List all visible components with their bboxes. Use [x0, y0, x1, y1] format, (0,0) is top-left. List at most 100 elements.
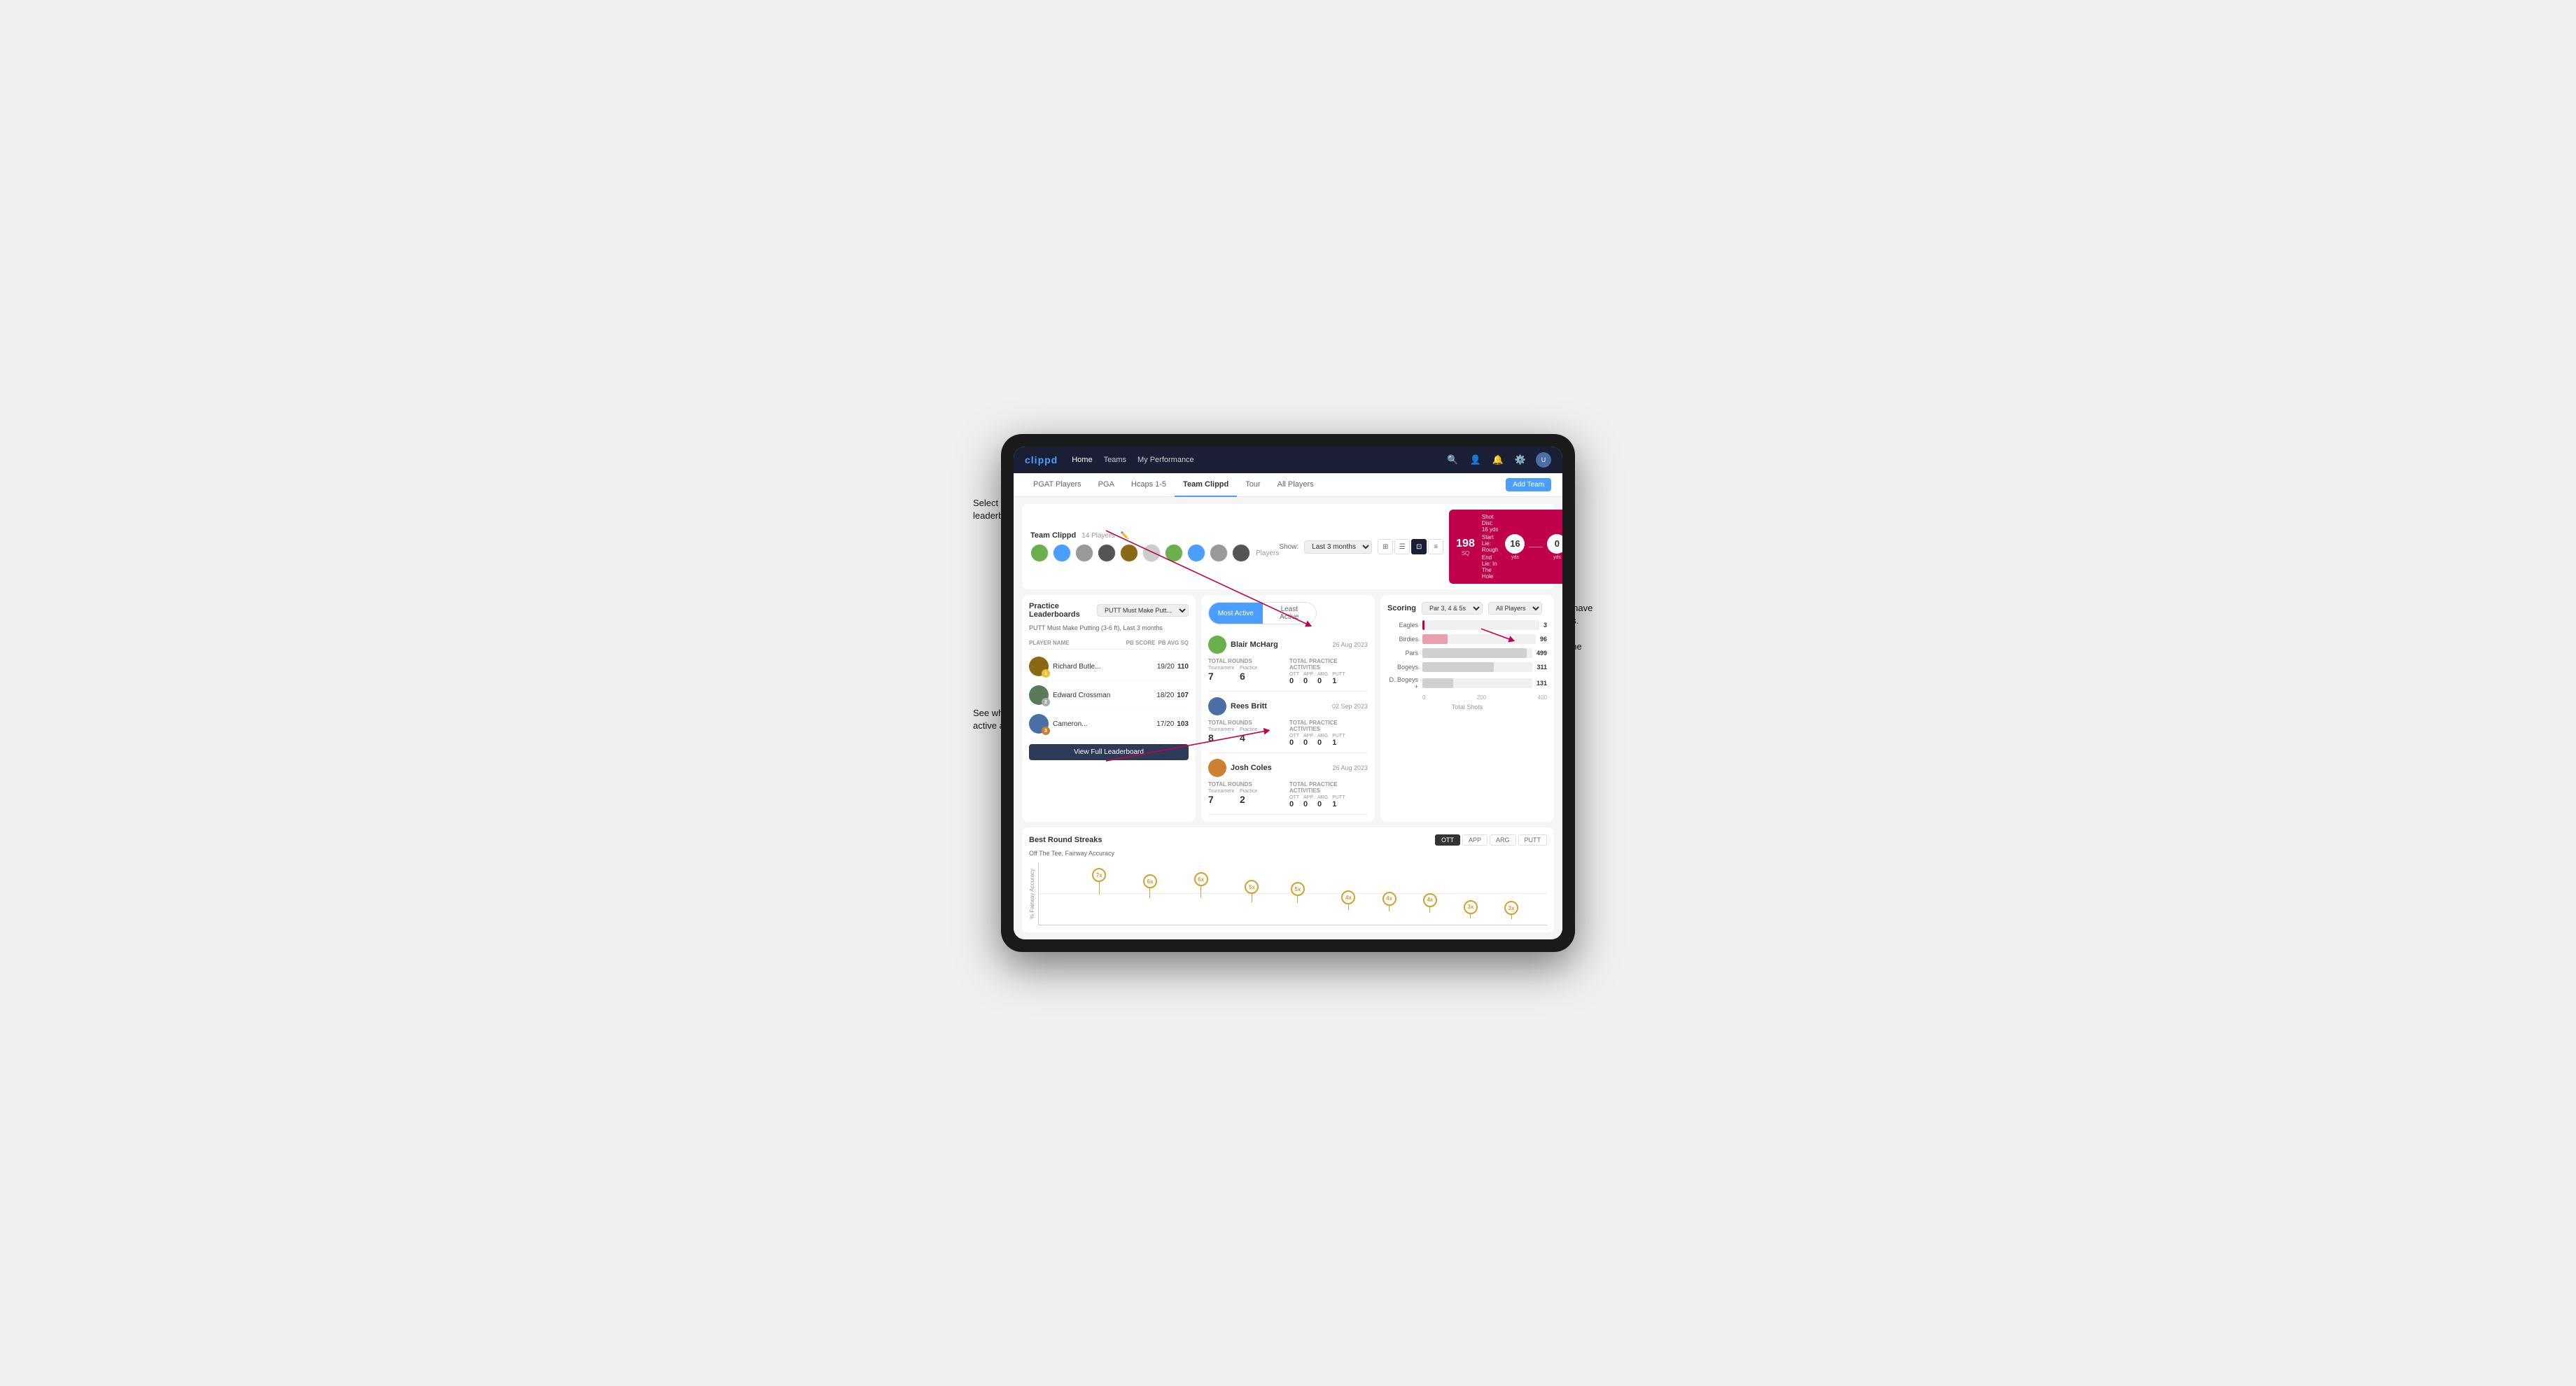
- arg-value-2: 0: [1317, 738, 1328, 747]
- bubble-5x-1: 5x: [1245, 880, 1259, 902]
- settings-icon[interactable]: ⚙️: [1513, 453, 1527, 467]
- least-active-tab[interactable]: Least Active: [1263, 603, 1317, 624]
- player-avatar-7: [1165, 544, 1183, 562]
- putt-stat-3: PUTT 1: [1332, 795, 1345, 808]
- total-rounds-section-3: Total Rounds Tournament 7 Practice: [1208, 781, 1287, 808]
- tournament-sublabel-3: Tournament: [1208, 789, 1234, 794]
- tournament-stat-3: Tournament 7: [1208, 789, 1234, 805]
- nav-home[interactable]: Home: [1072, 453, 1092, 467]
- shot-info: Shot Dist: 16 yds Start Lie: Rough End L…: [1482, 514, 1499, 580]
- bubble-5x-2: 5x: [1291, 882, 1305, 903]
- card-view-btn[interactable]: ⊡: [1411, 539, 1427, 554]
- show-label: Show:: [1279, 543, 1298, 551]
- activity-card: Most Active Least Active Blair McHarg: [1201, 595, 1375, 822]
- tournament-stat-2: Tournament 8: [1208, 727, 1234, 743]
- bar-fill-birdies: [1422, 634, 1448, 644]
- putt-stat-1: PUTT 1: [1332, 672, 1345, 685]
- bubble-4x-2: 4x: [1382, 892, 1396, 911]
- putt-value-2: 1: [1332, 738, 1345, 747]
- tournament-value-3: 7: [1208, 794, 1234, 805]
- team-header-right: Show: Last 3 months Last 6 months Last y…: [1279, 510, 1562, 584]
- most-active-tab[interactable]: Most Active: [1209, 603, 1263, 624]
- ott-value-3: 0: [1289, 800, 1299, 808]
- practice-value-1: 6: [1240, 671, 1257, 682]
- app-value-1: 0: [1303, 677, 1313, 685]
- lb-avatar-2: 2: [1029, 685, 1049, 705]
- drill-subtitle: PUTT Must Make Putting (3-6 ft), Last 3 …: [1029, 624, 1189, 631]
- player-avatar-6: [1142, 544, 1161, 562]
- col-pb-avg: PB AVG SQ: [1158, 640, 1189, 646]
- scoring-players-select[interactable]: All Players: [1488, 602, 1542, 615]
- tournament-stat-1: Tournament 7: [1208, 666, 1234, 682]
- add-team-button[interactable]: Add Team: [1506, 478, 1551, 491]
- sub-nav: PGAT Players PGA Hcaps 1-5 Team Clippd T…: [1014, 473, 1562, 497]
- search-icon[interactable]: 🔍: [1446, 453, 1460, 467]
- subnav-tour[interactable]: Tour: [1237, 473, 1268, 497]
- bar-pars: Pars 499: [1387, 648, 1547, 658]
- team-name: Team Clippd: [1030, 531, 1076, 540]
- app-value-2: 0: [1303, 738, 1313, 747]
- bell-icon[interactable]: 🔔: [1491, 453, 1505, 467]
- active-player-blair: Blair McHarg 26 Aug 2023 Total Rounds To: [1208, 630, 1368, 692]
- scoring-par-select[interactable]: Par 3, 4 & 5s: [1422, 602, 1483, 615]
- nav-my-performance[interactable]: My Performance: [1138, 453, 1194, 467]
- active-player-josh: Josh Coles 26 Aug 2023 Total Rounds Tour: [1208, 753, 1368, 815]
- subnav-pgat[interactable]: PGAT Players: [1025, 473, 1090, 497]
- edit-icon[interactable]: ✏️: [1120, 532, 1128, 540]
- show-select[interactable]: Last 3 months Last 6 months Last year: [1304, 540, 1372, 554]
- player-avatar-8: [1187, 544, 1205, 562]
- bar-value-dbogeys: 131: [1536, 680, 1547, 687]
- subnav-hcaps[interactable]: Hcaps 1-5: [1123, 473, 1175, 497]
- streak-tab-putt[interactable]: PUTT: [1518, 834, 1548, 846]
- list-view-btn[interactable]: ☰: [1394, 539, 1410, 554]
- bubble-stem-7x: [1099, 882, 1100, 895]
- bar-value-bogeys: 311: [1536, 664, 1547, 671]
- player-avatar-1: [1030, 544, 1049, 562]
- nav-teams[interactable]: Teams: [1104, 453, 1126, 467]
- view-leaderboard-button[interactable]: View Full Leaderboard: [1029, 744, 1189, 760]
- table-view-btn[interactable]: ≡: [1428, 539, 1443, 554]
- bar-birdies: Birdies 96: [1387, 634, 1547, 644]
- bubble-circle-4x-2: 4x: [1382, 892, 1396, 906]
- subnav-pga[interactable]: PGA: [1090, 473, 1123, 497]
- lb-score-3: 17/20: [1156, 720, 1174, 728]
- bar-track-dbogeys: [1422, 678, 1532, 688]
- avatar[interactable]: U: [1536, 452, 1551, 468]
- grid-view-btn[interactable]: ⊞: [1378, 539, 1393, 554]
- bubble-circle-4x-1: 4x: [1341, 890, 1355, 904]
- drill-select[interactable]: PUTT Must Make Putt...: [1097, 604, 1189, 617]
- practice-sublabel-2: Practice: [1240, 727, 1257, 732]
- bubble-3x-1: 3x: [1464, 900, 1478, 918]
- total-rounds-label-1: Total Rounds: [1208, 658, 1287, 664]
- team-info: Team Clippd 14 Players ✏️: [1030, 531, 1279, 562]
- subnav-all-players[interactable]: All Players: [1269, 473, 1322, 497]
- lb-score-2: 18/20: [1156, 692, 1174, 699]
- col-pb-score: PB SCORE: [1126, 640, 1156, 646]
- top-nav: clippd Home Teams My Performance 🔍 👤 🔔 ⚙…: [1014, 447, 1562, 473]
- bar-track-eagles: [1422, 620, 1539, 630]
- streak-tab-app[interactable]: APP: [1462, 834, 1488, 846]
- putt-value-3: 1: [1332, 800, 1345, 808]
- user-icon[interactable]: 👤: [1468, 453, 1482, 467]
- streak-tab-ott[interactable]: OTT: [1435, 834, 1460, 846]
- shot-circles: 16 yds 0 yds: [1505, 534, 1562, 560]
- players-row: Players: [1030, 544, 1279, 562]
- bubble-circle-4x-3: 4x: [1423, 893, 1437, 907]
- subnav-team-clippd[interactable]: Team Clippd: [1175, 473, 1237, 497]
- lb-score-1: 19/20: [1157, 663, 1175, 671]
- shot-circle-label-2: yds: [1553, 555, 1561, 560]
- practice-sublabel-3: Practice: [1240, 789, 1257, 794]
- app-logo: clippd: [1025, 454, 1058, 465]
- bubble-stem-5x-2: [1297, 896, 1298, 903]
- ott-value-2: 0: [1289, 738, 1299, 747]
- practice-stat-2: Practice 4: [1240, 727, 1257, 743]
- shot-start-lie: Start Lie: Rough: [1482, 534, 1499, 553]
- player-avatar-2: [1053, 544, 1071, 562]
- tablet-screen: clippd Home Teams My Performance 🔍 👤 🔔 ⚙…: [1014, 447, 1562, 939]
- three-col-layout: Practice Leaderboards PUTT Must Make Put…: [1022, 595, 1554, 822]
- scoring-card: Scoring Par 3, 4 & 5s All Players E: [1380, 595, 1554, 822]
- streak-tab-arg[interactable]: ARG: [1490, 834, 1516, 846]
- arg-value-3: 0: [1317, 800, 1328, 808]
- lb-avatar-1: 1: [1029, 657, 1049, 676]
- app-stat-1: APP 0: [1303, 672, 1313, 685]
